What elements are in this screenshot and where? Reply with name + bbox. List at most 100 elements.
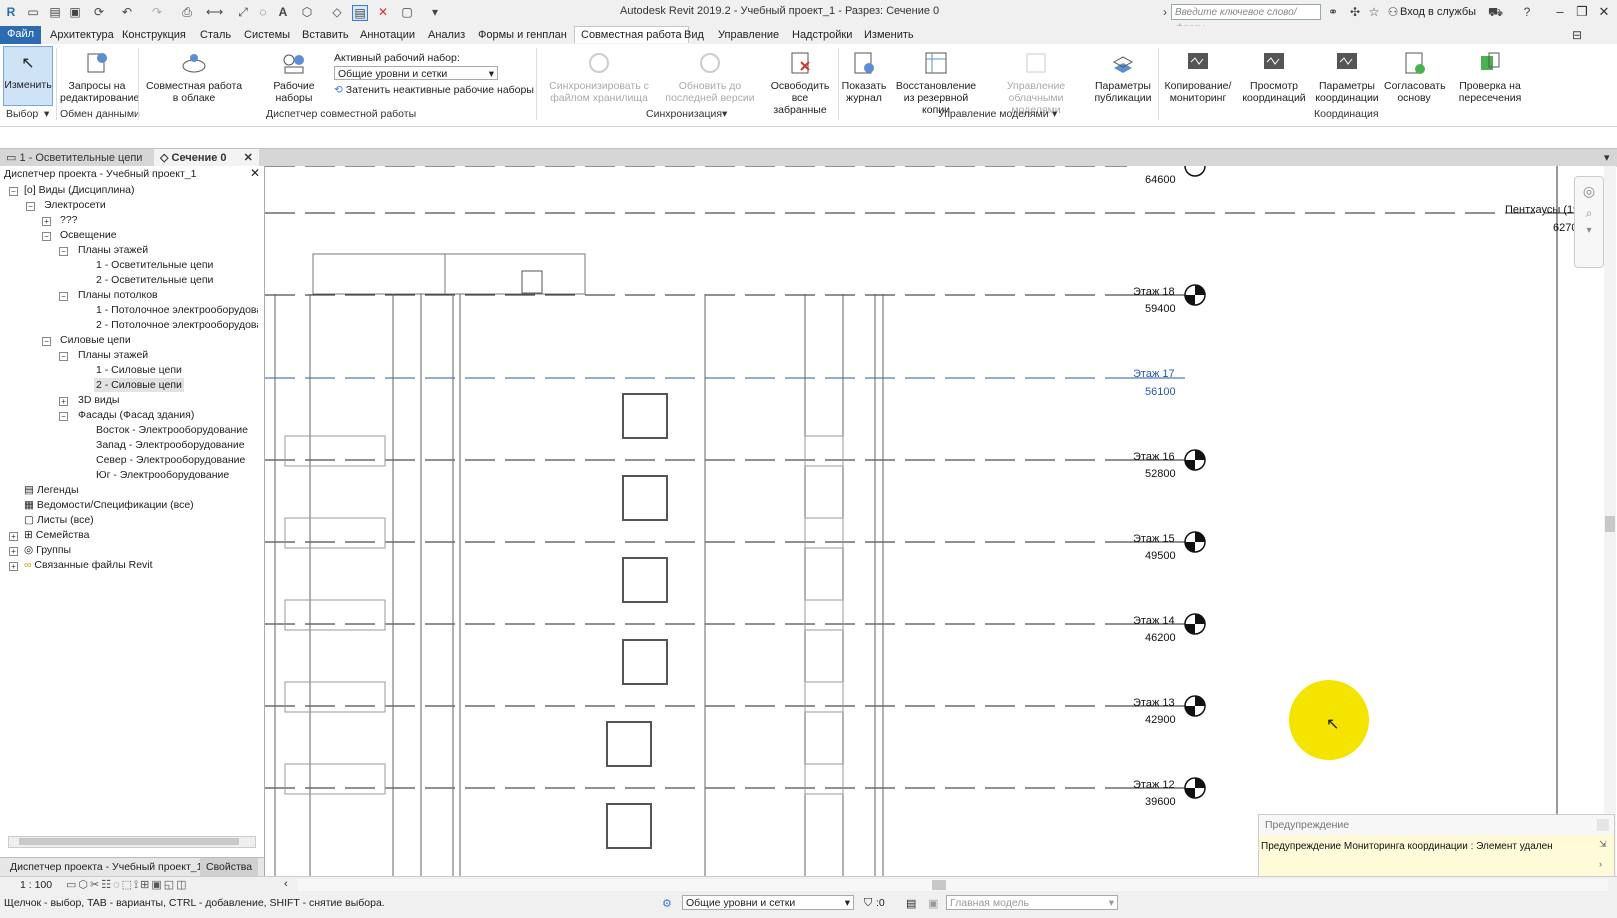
models-panel-dropdown-icon[interactable]: ▾ [1052,108,1057,120]
sync-button[interactable]: Синхронизировать с файлом хранилища [544,50,654,104]
active-workset-select[interactable]: Общие уровни и сетки ▾ [334,66,498,80]
level-elevation[interactable]: 39600 [1145,796,1176,808]
close-icon[interactable]: ✕ [244,152,253,164]
thin-lines-icon[interactable]: ▤ [352,5,368,21]
status-workset-select[interactable]: Общие уровни и сетки ▾ [682,895,854,910]
view-control-icons[interactable]: ▭⬡✂☷◌⬚⟟⊞▣◱◫ [66,878,189,892]
maximize-button[interactable]: ❐ [1572,4,1592,20]
collapse-icon[interactable]: − [42,337,51,346]
tree-item-3d-views[interactable]: 3D виды [78,394,119,406]
cloud-collab-button[interactable]: Совместная работа в облаке [144,50,244,104]
tab-massing[interactable]: Формы и генплан [474,28,571,42]
scroll-thumb[interactable] [19,838,239,845]
level-name[interactable]: Этаж 13 [1133,697,1175,709]
design-options-icon[interactable]: ▣ [928,897,938,910]
ribbon-options-icon[interactable]: ⊟ [1570,28,1584,42]
open-folder-icon[interactable]: ▤ [48,5,62,19]
undo-icon[interactable]: ↶ [120,5,134,19]
tree-item-power-2[interactable]: 2 - Силовые цепи [94,378,184,392]
relinquish-button[interactable]: Освободить все забранные [764,50,836,116]
editable-only-icon[interactable]: ▤ [906,897,916,910]
modify-button[interactable]: ↖ Изменить [3,46,53,106]
tab-structure[interactable]: Конструкция [118,28,190,42]
cart-icon[interactable]: ⛟ [1488,5,1503,19]
tree-item-lighting-2[interactable]: 2 - Осветительные цепи [96,274,213,286]
expand-icon[interactable]: + [42,217,51,226]
tree-item-ceiling-2[interactable]: 2 - Потолочное электрооборудование [96,319,258,331]
tree-item-ceiling-plans[interactable]: Планы потолков [78,289,158,301]
redo-icon[interactable]: ↷ [150,5,164,19]
canvas-vscrollbar[interactable] [1604,166,1616,876]
tab-modify[interactable]: Изменить [860,28,918,42]
open-icon[interactable]: ▭ [26,5,40,19]
level-elevation[interactable]: 46200 [1145,632,1176,644]
close-icon[interactable]: ✕ [250,166,260,180]
tab-collaborate[interactable]: Совместная работа [574,26,689,43]
editing-requests-button[interactable]: Запросы на редактирование [60,50,139,104]
level-name[interactable]: Этаж 12 [1133,779,1175,791]
section-icon[interactable]: ◇ [330,5,344,19]
login-button[interactable]: Вход в службы [1400,6,1476,18]
tab-file[interactable]: Файл [0,26,42,46]
tree-item-unknown[interactable]: ??? [60,214,78,226]
level-name[interactable]: Этаж 15 [1133,533,1175,545]
tab-steel[interactable]: Сталь [196,28,235,42]
tab-list-dropdown-icon[interactable]: ▾ [1604,151,1610,164]
tab-addins[interactable]: Надстройки [788,28,856,42]
collapse-icon[interactable]: − [59,352,68,361]
coordination-settings-button[interactable]: Параметры координации [1314,50,1380,104]
tree-item-links[interactable]: ∞ Связанные файлы Revit [24,559,153,571]
collapse-icon[interactable]: − [26,202,35,211]
tree-item-lighting-1[interactable]: 1 - Осветительные цепи [96,259,213,271]
star-icon[interactable]: ☆ [1367,5,1381,19]
expand-icon[interactable]: + [9,532,18,541]
expand-icon[interactable]: + [59,397,68,406]
close-hidden-icon[interactable]: ✕ [376,5,390,19]
close-icon[interactable] [1597,819,1609,831]
user-icon[interactable]: ⚇ [1386,5,1400,19]
sync-panel-label[interactable]: Синхронизация [646,108,722,120]
design-option-select[interactable]: Главная модель ▾ [946,895,1118,910]
browser-footer-tab[interactable]: Диспетчер проекта - Учебный проект_1 [10,861,202,873]
scroll-thumb[interactable] [1605,516,1615,532]
measure-icon[interactable]: ⟷ [206,5,223,19]
tag-icon[interactable]: ◌ [256,5,270,19]
tree-item-elevations[interactable]: Фасады (Фасад здания) [78,409,194,421]
level-elevation[interactable]: 42900 [1145,714,1176,726]
tree-item-lighting[interactable]: Освещение [60,229,117,241]
level-elevation[interactable]: 56100 [1145,386,1176,398]
tree-item-power[interactable]: Силовые цепи [60,334,131,346]
filter-icon[interactable]: ⛉ [864,897,872,910]
chevron-right-icon[interactable]: › [1158,5,1172,19]
properties-tab[interactable]: Свойства [200,858,259,876]
tab-analyze[interactable]: Анализ [424,28,469,42]
restore-backup-button[interactable]: Восстановление из резервной копии [890,50,982,116]
revit-logo[interactable]: R [4,5,18,19]
tree-item-floor-plans[interactable]: Планы этажей [78,244,148,256]
sync-icon[interactable]: ⟳ [92,5,106,19]
collapse-icon[interactable]: − [59,292,68,301]
tree-item-west[interactable]: Запад - Электрооборудование [96,439,245,451]
tab-insert[interactable]: Вставить [298,28,353,42]
chevron-left-icon[interactable]: ‹ [284,878,288,890]
level-elevation[interactable]: 52800 [1145,468,1176,480]
tree-item-north[interactable]: Север - Электрооборудование [96,454,245,466]
view-tab-section[interactable]: ◇ Сечение 0 ✕ [154,149,259,167]
tree-item-east[interactable]: Восток - Электрооборудование [96,424,248,436]
close-button[interactable]: ✕ [1594,4,1614,20]
collapse-icon[interactable]: − [59,247,68,256]
search-input[interactable]: Введите ключевое слово/фразу [1171,4,1321,34]
level-name[interactable]: Этаж 16 [1133,451,1175,463]
scroll-thumb[interactable] [932,880,946,890]
3d-view-icon[interactable]: ⬡ [300,5,314,19]
select-panel-label[interactable]: Выбор [6,108,38,120]
collapse-icon[interactable]: − [9,187,18,196]
level-elevation[interactable]: 64600 [1145,174,1176,186]
help-icon[interactable]: ? [1520,5,1534,19]
customize-toolbar-icon[interactable]: ▾ [428,5,442,19]
tab-annotate[interactable]: Аннотации [356,28,419,42]
level-name[interactable]: Этаж 14 [1133,615,1175,627]
tree-item-sheets[interactable]: ▢ Листы (все) [24,514,94,526]
level-elevation[interactable]: 59400 [1145,303,1176,315]
steering-wheel-icon[interactable]: ◎ [1575,183,1603,200]
